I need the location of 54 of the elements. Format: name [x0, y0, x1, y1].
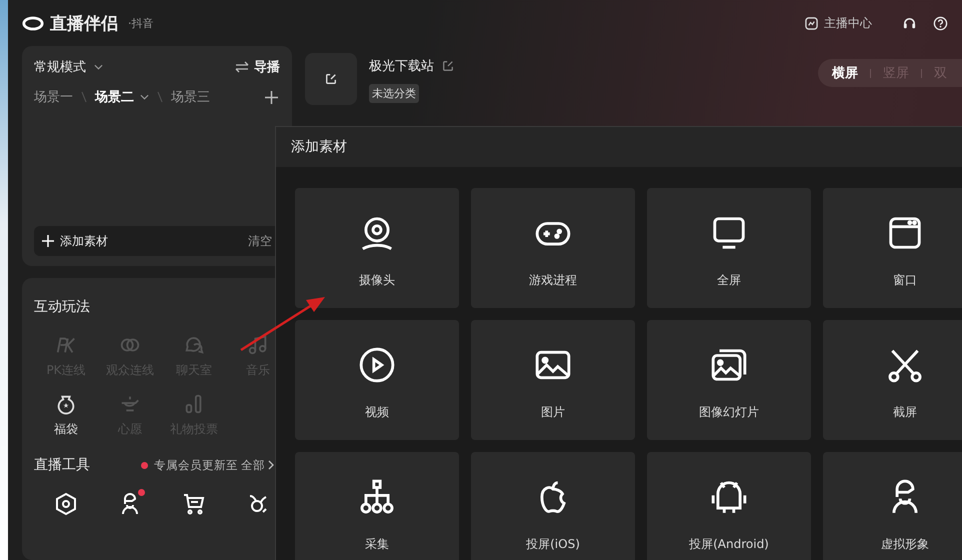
help-icon[interactable] [933, 16, 948, 30]
section-title: 互动玩法 [34, 298, 91, 316]
scene-tab[interactable]: 场景三 [171, 88, 210, 106]
play-icon [358, 346, 396, 384]
source-type-tile[interactable]: 全屏 [647, 188, 811, 308]
breadcrumb-separator [81, 91, 87, 103]
platform-label: ·抖音 [128, 16, 154, 30]
clear-button[interactable]: 清空 [248, 232, 272, 250]
scene-tab[interactable]: 场景二 [95, 88, 149, 106]
logo-icon [22, 16, 44, 30]
bag-icon [55, 393, 77, 415]
source-type-tile[interactable]: 虚拟形象 [823, 452, 962, 560]
plus-icon [42, 235, 54, 247]
source-type-tile[interactable]: 摄像头 [295, 188, 459, 308]
chevron-right-icon[interactable] [268, 460, 274, 470]
add-scene-icon[interactable] [265, 90, 278, 104]
cart-icon[interactable] [182, 492, 206, 516]
scene-tab[interactable]: 场景一 [34, 88, 73, 106]
notice-text: 专属会员更新至 [154, 458, 238, 472]
section-title: 直播工具 [34, 456, 90, 474]
source-type-tile[interactable]: 采集 [295, 452, 459, 560]
app-title: 直播伴侣 [50, 12, 118, 34]
tree-icon [358, 478, 396, 516]
chart-icon [805, 16, 818, 30]
feature-item[interactable]: 福袋 [34, 393, 98, 438]
hexagon-icon[interactable] [54, 492, 78, 516]
music-icon [247, 334, 269, 356]
source-type-tile[interactable]: 图片 [471, 320, 635, 440]
dialog-title: 添加素材 [291, 138, 347, 156]
source-type-tile[interactable]: 投屏(Android) [647, 452, 811, 560]
source-type-tile[interactable]: 图像幻灯片 [647, 320, 811, 440]
view-all-link[interactable]: 全部 [241, 458, 265, 472]
edit-icon[interactable] [442, 60, 454, 72]
caret-icon [94, 64, 103, 70]
add-source-button[interactable]: 添加素材 [42, 232, 108, 250]
source-type-tile[interactable]: 截屏 [823, 320, 962, 440]
swap-icon [235, 61, 249, 73]
breadcrumb-separator [157, 91, 163, 103]
mode-dropdown[interactable]: 常规模式 [34, 58, 103, 76]
category-tag[interactable]: 未选分类 [369, 84, 419, 103]
edit-icon [325, 73, 337, 85]
source-title: 极光下载站 [369, 58, 434, 75]
director-button[interactable]: 导播 [235, 58, 280, 76]
source-type-tile[interactable]: 投屏(iOS) [471, 452, 635, 560]
source-type-tile[interactable]: 游戏进程 [471, 188, 635, 308]
source-type-tile[interactable]: 窗口 [823, 188, 962, 308]
headset-icon[interactable] [902, 16, 917, 30]
source-thumbnail[interactable] [305, 53, 357, 105]
orientation-tab[interactable]: 横屏 [832, 64, 858, 82]
caret-icon [140, 94, 149, 100]
notice-dot [141, 462, 148, 468]
anchor-center-link[interactable]: 主播中心 [824, 14, 872, 32]
chat-icon [183, 334, 205, 356]
source-type-tile[interactable]: 视频 [295, 320, 459, 440]
